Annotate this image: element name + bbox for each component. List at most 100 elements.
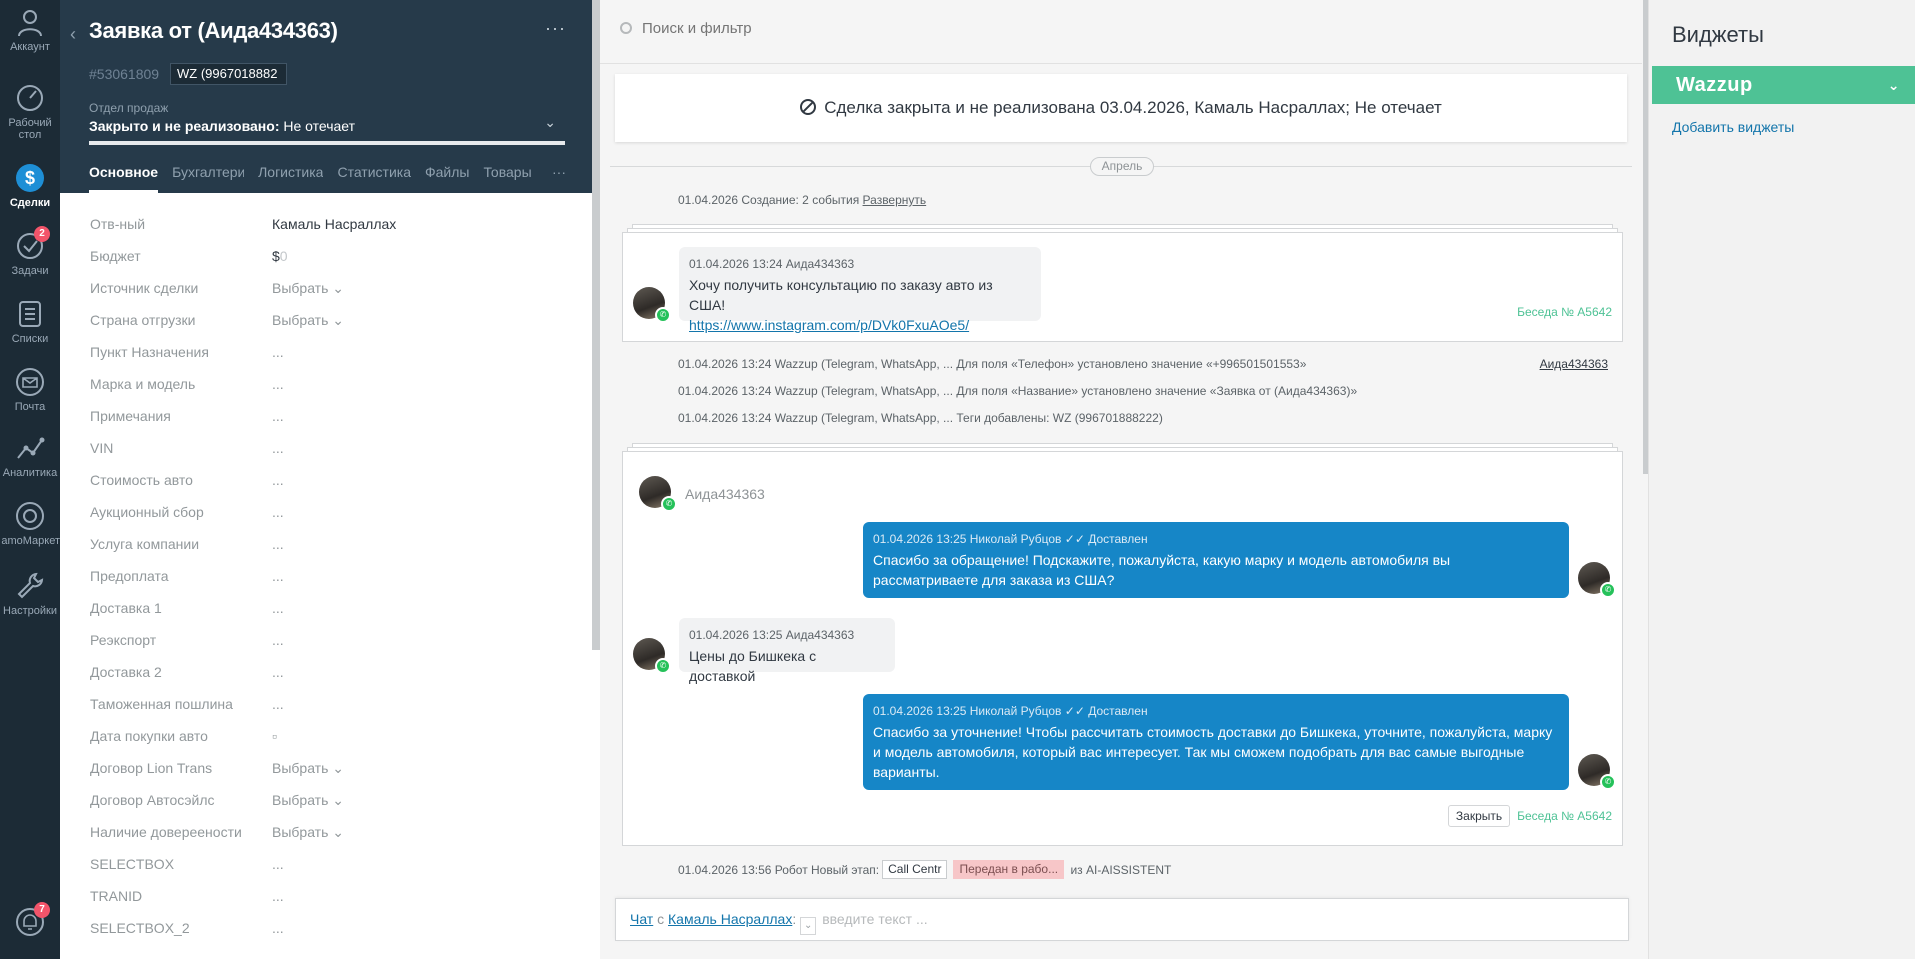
composer-placeholder[interactable]: введите текст ... [822,911,927,927]
stage-from: Call Centr [882,860,948,879]
message-link[interactable]: https://www.instagram.com/p/DVk0FxuAOe5/ [689,317,969,333]
field-value[interactable]: ... [272,597,284,619]
field-value[interactable]: ... [272,341,284,363]
field-label: Пункт Назначения [90,344,209,360]
select-label: Выбрать [272,280,329,296]
tasks-badge: 2 [34,226,50,242]
nav-mail[interactable]: Почта [0,366,60,413]
search-input[interactable] [642,20,1242,37]
field-value[interactable]: ... [272,373,284,395]
tabs-more-icon[interactable]: ··· [552,164,566,180]
creation-note-text: 01.04.2026 Создание: 2 события [678,193,860,207]
field-select[interactable]: Выбрать ⌄ [272,821,344,843]
tab-statistics[interactable]: Статистика [337,164,411,193]
field-select[interactable]: Выбрать ⌄ [272,309,344,331]
field-value[interactable]: ... [272,693,284,715]
tab-logistics[interactable]: Логистика [258,164,323,193]
calendar-icon[interactable]: ▫ [272,725,277,747]
nav-deals[interactable]: $ Сделки [0,162,60,209]
budget-amount: 0 [279,248,288,264]
nav-market[interactable]: amoМаркет [0,500,60,547]
nav-lists[interactable]: Списки [0,298,60,345]
field-value[interactable]: ... [272,405,284,427]
system-note: 01.04.2026 13:24 Wazzup (Telegram, Whats… [678,357,1307,371]
nav-tasks[interactable]: 2 Задачи [0,226,60,277]
field-row: Доставка 1... [90,597,570,619]
composer-colon: : [792,911,797,927]
message-text: Хочу получить консультацию по заказу авт… [689,275,1031,335]
ban-icon [800,99,817,115]
field-value[interactable]: ... [272,533,284,555]
whatsapp-icon: ✆ [1600,774,1616,790]
nav-dashboard[interactable]: Рабочий стол [0,82,60,141]
agent-avatar: ✆ [1578,562,1616,598]
deal-tag[interactable]: WZ (9967018882 [170,63,287,85]
field-row: Пункт Назначения... [90,341,570,363]
field-select[interactable]: Выбрать ⌄ [272,757,344,779]
whatsapp-icon: ✆ [655,658,671,674]
card-menu-icon[interactable]: ··· [545,18,566,39]
field-label: Договор Автосэйлс [90,792,215,808]
add-widgets-link[interactable]: Добавить виджеты [1672,119,1794,135]
deal-fields: Отв-ный Камаль Насраллах Бюджет $0 Источни… [60,193,594,959]
note-author-link[interactable]: Аида434363 [1540,357,1608,371]
conversation-card: ✆ Аида434363 01.04.2026 13:25 Николай Ру… [622,451,1623,846]
chevron-down-icon[interactable]: ⌄ [800,917,817,935]
nav-settings[interactable]: Настройки [0,570,60,617]
conversation-number[interactable]: Беседа № A5642 [1517,305,1612,319]
chat-type-link[interactable]: Чат [630,911,653,927]
field-select[interactable]: Выбрать ⌄ [272,277,344,299]
field-value[interactable]: ... [272,501,284,523]
deal-title[interactable]: Заявка от (Аида434363) [89,18,338,44]
field-value[interactable]: Камаль Насраллах [272,213,396,235]
field-row: SELECTBOX_2... [90,917,570,939]
message-meta: 01.04.2026 13:25 Николай Рубцов ✓✓ Доста… [873,704,1148,718]
nav-account[interactable]: Аккаунт [0,6,60,53]
message-composer[interactable]: Чат с Камаль Насраллах: ⌄ введите текст ..… [615,898,1629,941]
field-value[interactable]: ... [272,469,284,491]
contact-name[interactable]: Аида434363 [685,486,765,502]
conversation-number[interactable]: Беседа № A5642 [1517,809,1612,823]
chevron-down-icon[interactable]: ⌄ [544,114,556,131]
budget-value[interactable]: $0 [272,245,288,267]
tab-main[interactable]: Основное [89,164,159,193]
message-text: Спасибо за уточнение! Чтобы рассчитать с… [873,724,1553,780]
field-select[interactable]: Выбрать ⌄ [272,789,344,811]
field-row: Услуга компании... [90,533,570,555]
robot-note: 01.04.2026 13:56 Робот Новый этап: Call C… [678,860,1171,879]
analytics-icon [17,437,45,459]
field-label: SELECTBOX_2 [90,920,190,936]
select-label: Выбрать [272,312,329,328]
field-value[interactable]: ... [272,885,284,907]
system-note: 01.04.2026 13:24 Wazzup (Telegram, Whats… [678,411,1163,425]
field-row: Договор Lion Trans Выбрать ⌄ [90,757,570,779]
field-value[interactable]: ... [272,629,284,651]
robot-source: из AI-AISSISTENT [1070,863,1172,877]
expand-link[interactable]: Развернуть [863,193,927,207]
card-scrollbar[interactable] [592,0,600,650]
chevron-down-icon: ⌄ [332,792,345,808]
tab-files[interactable]: Файлы [425,164,469,193]
nav-label: Настройки [3,605,57,617]
tab-accounting[interactable]: Бухгалтерия [172,164,244,193]
field-label: Марка и модель [90,376,196,392]
field-label: Таможенная пошлина [90,696,233,712]
close-conversation-button[interactable]: Закрыть [1448,805,1510,827]
back-arrow-icon[interactable]: ‹ [70,24,76,45]
widgets-title: Виджеты [1672,22,1764,47]
chevron-down-icon: ⌄ [1887,77,1900,93]
select-label: Выбрать [272,792,329,808]
currency-sign: $ [272,248,280,264]
wazzup-widget[interactable]: Wazzup ⌄ [1652,66,1915,104]
field-value[interactable]: ... [272,661,284,683]
field-value[interactable]: ... [272,917,284,939]
tab-products[interactable]: Товары [483,164,531,193]
field-value[interactable]: ... [272,853,284,875]
avatar: ✆ [633,638,671,674]
deal-status[interactable]: Закрыто и не реализовано: Не отечает [89,118,355,134]
field-value[interactable]: ... [272,565,284,587]
field-value[interactable]: ... [272,437,284,459]
recipient-link[interactable]: Камаль Насраллах [668,911,792,927]
nav-notifications[interactable]: 7 [0,902,60,941]
nav-analytics[interactable]: Аналитика [0,432,60,479]
